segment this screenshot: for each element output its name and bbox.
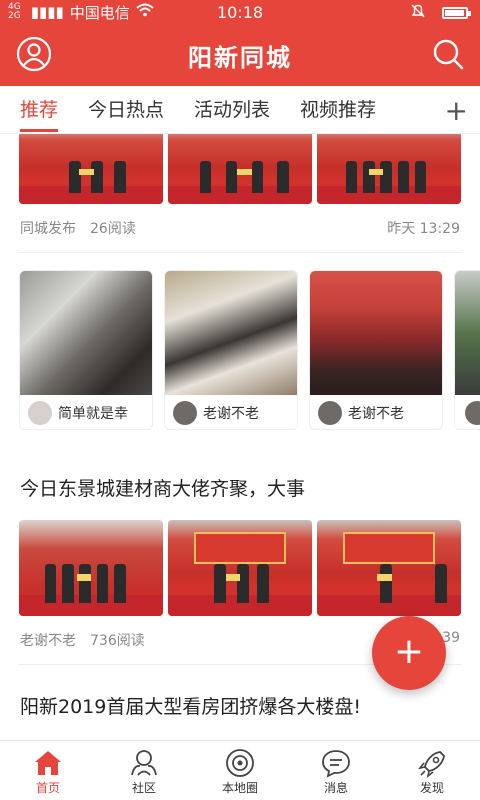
create-post-button[interactable]: +: [372, 616, 446, 690]
post-time: 昨天 13:29: [387, 221, 460, 237]
status-time: 10:18: [216, 3, 264, 22]
message-icon: [322, 750, 350, 778]
video-card[interactable]: 老谢不老: [164, 270, 298, 430]
tab-today-hot[interactable]: 今日热点: [88, 86, 164, 134]
post-author: 同城发布: [20, 221, 76, 237]
post-reads: 26阅读: [90, 221, 136, 237]
bell-off-icon: [410, 3, 426, 23]
avatar: [318, 401, 342, 425]
nav-local-circle[interactable]: 本地圈: [192, 741, 288, 800]
video-thumbnail: [165, 271, 297, 395]
app-header: 阳新同城: [0, 24, 480, 86]
nav-local-circle-label: 本地圈: [221, 781, 258, 795]
community-icon: [131, 750, 157, 776]
nav-discover[interactable]: 发现: [384, 741, 480, 800]
post-image[interactable]: [19, 520, 163, 616]
battery-icon: [442, 7, 471, 19]
video-thumbnail: [455, 271, 480, 395]
post-title[interactable]: 阳新2019首届大型看房团挤爆各大楼盘!: [20, 692, 361, 719]
category-tabs: 推荐 今日热点 活动列表 视频推荐 +: [0, 86, 480, 134]
divider: [18, 252, 462, 253]
nav-messages[interactable]: 消息: [288, 741, 384, 800]
avatar: [465, 401, 480, 425]
video-card[interactable]: 简单就是幸: [19, 270, 153, 430]
card-username: 简单就是幸: [58, 406, 128, 422]
bottom-nav: 首页 社区 本地圈 消息 发现: [0, 740, 480, 800]
video-thumbnail: [20, 271, 152, 395]
nav-home[interactable]: 首页: [0, 741, 96, 800]
card-username: 老谢不老: [203, 406, 259, 422]
post-image[interactable]: [317, 134, 461, 204]
status-bar: 4G 2G ▮▮▮▮ 中国电信 10:18: [0, 0, 480, 24]
video-card[interactable]: [454, 270, 480, 430]
local-circle-icon: [226, 749, 254, 777]
search-icon[interactable]: [430, 36, 466, 72]
nav-community[interactable]: 社区: [96, 741, 192, 800]
post-image[interactable]: [19, 134, 163, 204]
avatar: [173, 401, 197, 425]
video-card[interactable]: 老谢不老: [309, 270, 443, 430]
tab-video-recommend[interactable]: 视频推荐: [300, 86, 376, 134]
discover-icon: [418, 751, 445, 778]
post-image[interactable]: [168, 134, 312, 204]
nav-discover-label: 发现: [419, 781, 444, 795]
nav-messages-label: 消息: [323, 781, 348, 795]
app-title: 阳新同城: [188, 44, 292, 72]
tab-activity-list[interactable]: 活动列表: [194, 86, 270, 134]
avatar: [28, 401, 52, 425]
tab-recommend[interactable]: 推荐: [20, 86, 59, 134]
post-title[interactable]: 今日东景城建材商大佬齐聚，大事: [20, 474, 305, 501]
home-icon: [35, 751, 61, 775]
nav-home-label: 首页: [35, 781, 60, 795]
post-image[interactable]: [317, 520, 461, 616]
post-reads: 736阅读: [90, 633, 145, 649]
post-image[interactable]: [168, 520, 312, 616]
add-tab-button[interactable]: +: [445, 94, 468, 127]
nav-community-label: 社区: [131, 781, 156, 795]
video-thumbnail: [310, 271, 442, 395]
card-username: 老谢不老: [348, 406, 404, 422]
post-author: 老谢不老: [20, 633, 76, 649]
